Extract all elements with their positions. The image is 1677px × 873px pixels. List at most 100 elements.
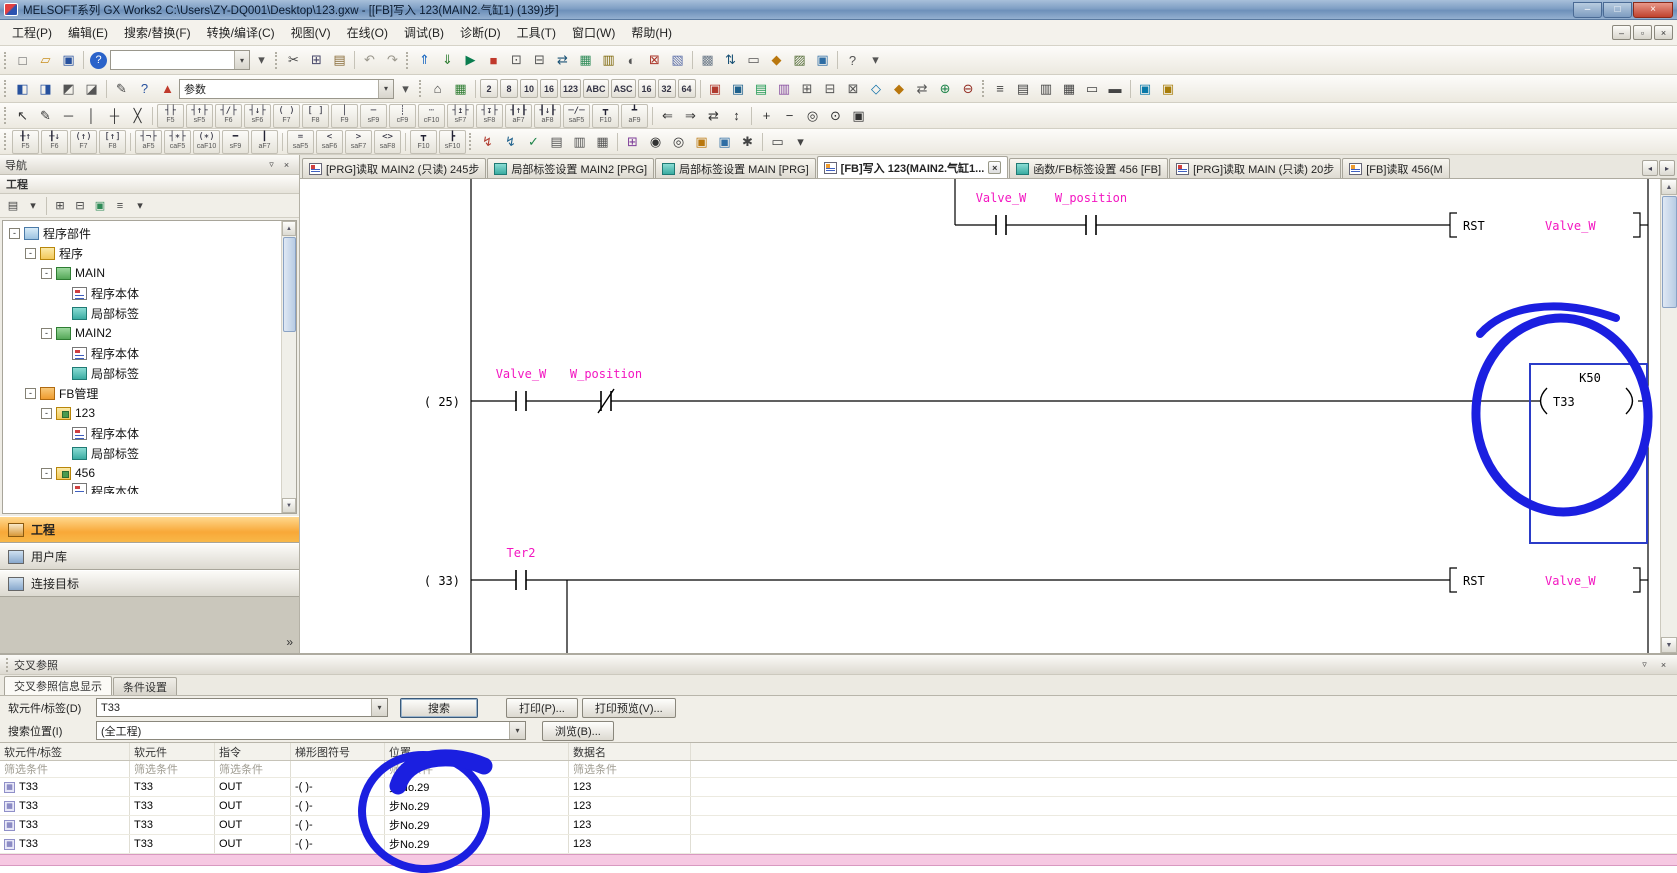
toolbar-icon[interactable]: ▣	[1157, 78, 1180, 99]
menu-item[interactable]: 帮助(H)	[623, 20, 680, 45]
tree-item[interactable]: -MAIN2	[3, 323, 296, 343]
toolbar-icon[interactable]: ▣	[1134, 78, 1157, 99]
toolbar-icon[interactable]: ▣	[704, 78, 727, 99]
display-123-button[interactable]: 123	[560, 79, 581, 98]
toolbar-icon[interactable]: ◐	[620, 50, 643, 71]
zoom-button[interactable]: ◎	[801, 105, 824, 126]
tab-crossref-info[interactable]: 交叉参照信息显示	[4, 676, 112, 695]
tab-item[interactable]: [FB]读取 456(M	[1342, 158, 1449, 178]
open-contact-button[interactable]: ┤├F5	[157, 104, 184, 128]
expander-icon[interactable]: -	[41, 408, 52, 419]
menu-item[interactable]: 编辑(E)	[60, 20, 116, 45]
zoom-select-button[interactable]: ◎	[667, 131, 690, 152]
delete-hline-button[interactable]: ┄cF10	[418, 104, 445, 128]
open-button[interactable]: ▱	[34, 50, 57, 71]
table-cell[interactable]: 123	[569, 778, 691, 796]
help-icon[interactable]: ?	[133, 78, 156, 99]
updown-button[interactable]: ↕	[725, 105, 748, 126]
toolbar-icon[interactable]: ⊞	[796, 78, 819, 99]
closed-contact-button[interactable]: ┤/├F6	[215, 104, 242, 128]
scroll-down-button[interactable]: ▼	[282, 498, 296, 513]
ladder-canvas[interactable]: Valve_W W_position RST Valve_W ( 25) Val…	[300, 179, 1677, 653]
print-button[interactable]: 打印(P)...	[506, 698, 578, 718]
tab-item[interactable]: [PRG]读取 MAIN2 (只读) 245步	[302, 158, 486, 178]
chevron-down-icon[interactable]: ▾	[371, 699, 387, 716]
sf9-line-button[interactable]: ━sF9	[222, 130, 249, 154]
toolbar-icon[interactable]: ⊕	[934, 78, 957, 99]
instruction-button[interactable]: [ ]F8	[302, 104, 329, 128]
rising-pulse-button[interactable]: ┤↥├sF7	[447, 104, 474, 128]
tree-item[interactable]: -MAIN	[3, 263, 296, 283]
draw-hline-button[interactable]: ─	[57, 105, 80, 126]
branch-button[interactable]: ┳F10	[410, 130, 437, 154]
close-button[interactable]: ×	[1633, 2, 1673, 18]
tab-condition-settings[interactable]: 条件设置	[113, 677, 177, 695]
table-cell[interactable]: T33	[130, 797, 215, 815]
delete-vline-button[interactable]: ┊cF9	[389, 104, 416, 128]
table-cell[interactable]: T33	[130, 778, 215, 796]
table-cell[interactable]: 步No.29	[385, 797, 569, 815]
tree-item[interactable]: 程序本体	[3, 423, 296, 443]
table-cell[interactable]: -( )-	[291, 835, 385, 853]
watch-button[interactable]: ◉	[644, 131, 667, 152]
menu-item[interactable]: 调试(B)	[396, 20, 452, 45]
save-button[interactable]: ▣	[57, 50, 80, 71]
display-64bit-button[interactable]: 64	[678, 79, 696, 98]
expander-icon[interactable]: -	[9, 228, 20, 239]
menu-item[interactable]: 搜索/替换(F)	[116, 20, 199, 45]
tab-scroll-right-button[interactable]: ▸	[1659, 160, 1675, 176]
toolbar-icon[interactable]: ⇅	[719, 50, 742, 71]
caf10-button[interactable]: (∗)caF10	[193, 130, 220, 154]
chart-icon[interactable]: ▲	[156, 78, 179, 99]
mdi-minimize-button[interactable]: –	[1612, 25, 1631, 40]
title-bar[interactable]: MELSOFT系列 GX Works2 C:\Users\ZY-DQ001\De…	[0, 0, 1677, 20]
display-32bit-button[interactable]: 32	[658, 79, 676, 98]
compare-gt-button[interactable]: >saF7	[345, 130, 372, 154]
nav-button-connection-destination[interactable]: 连接目标	[0, 570, 299, 597]
draw-vline-button[interactable]: │	[80, 105, 103, 126]
chevron-icon[interactable]: »	[286, 635, 293, 649]
branch-line-button[interactable]: ┳F10	[592, 104, 619, 128]
erase-button[interactable]: ╳	[126, 105, 149, 126]
ladder-vscrollbar[interactable]: ▲ ▼	[1660, 179, 1677, 653]
table-cell[interactable]: -( )-	[291, 797, 385, 815]
toolbar-icon[interactable]: ▥	[597, 50, 620, 71]
toolbar-icon[interactable]: ▥	[1035, 78, 1058, 99]
table-cell[interactable]: -( )-	[291, 816, 385, 834]
menu-item[interactable]: 工具(T)	[509, 20, 564, 45]
parameter-combo[interactable]: 参数▾	[179, 79, 394, 99]
toolbar-icon[interactable]: ▣	[811, 50, 834, 71]
find-button[interactable]: ⊙	[824, 105, 847, 126]
table-cell[interactable]: ▦T33	[0, 816, 130, 834]
tab-item[interactable]: 局部标签设置 MAIN2 [PRG]	[487, 158, 654, 178]
toolbar-icon[interactable]: ▨	[788, 50, 811, 71]
zoom-out-button[interactable]: −	[778, 105, 801, 126]
tree-item[interactable]: -456	[3, 463, 296, 483]
expander-icon[interactable]: -	[41, 268, 52, 279]
write-to-plc-button[interactable]: ⇑	[413, 50, 436, 71]
device-test-button[interactable]: ⊞	[621, 131, 644, 152]
toolbar-icon[interactable]: ▭	[1081, 78, 1104, 99]
zoom-in-button[interactable]: +	[755, 105, 778, 126]
af5-button[interactable]: ┤¬├aF5	[135, 130, 162, 154]
nav-tool-icon[interactable]: ⊞	[50, 196, 70, 215]
table-cell[interactable]: OUT	[215, 797, 291, 815]
toolbar-icon[interactable]: ▦	[1058, 78, 1081, 99]
tab-item[interactable]: 函数/FB标签设置 456 [FB]	[1009, 158, 1168, 178]
tab-scroll-left-button[interactable]: ◂	[1642, 160, 1658, 176]
branch2-button[interactable]: ┣sF10	[439, 130, 466, 154]
toolbar-icon[interactable]: ▧	[666, 50, 689, 71]
expander-icon[interactable]: -	[25, 388, 36, 399]
compare-ne-button[interactable]: <>saF8	[374, 130, 401, 154]
parallel-falling-button[interactable]: ┨↓┠aF8	[534, 104, 561, 128]
chevron-down-icon[interactable]: ▾	[378, 80, 393, 98]
menu-item[interactable]: 诊断(D)	[452, 20, 509, 45]
display-10-button[interactable]: 10	[520, 79, 538, 98]
toolbar-icon[interactable]: ≡	[989, 78, 1012, 99]
location-combo[interactable]: (全工程) ▾	[96, 721, 526, 740]
tree-item[interactable]: -FB管理	[3, 383, 296, 403]
toolbar-icon[interactable]: ▭	[742, 50, 765, 71]
pin-icon[interactable]: ▿	[264, 158, 279, 172]
convert-all-button[interactable]: ↯	[499, 131, 522, 152]
maximize-button[interactable]: □	[1603, 2, 1632, 18]
